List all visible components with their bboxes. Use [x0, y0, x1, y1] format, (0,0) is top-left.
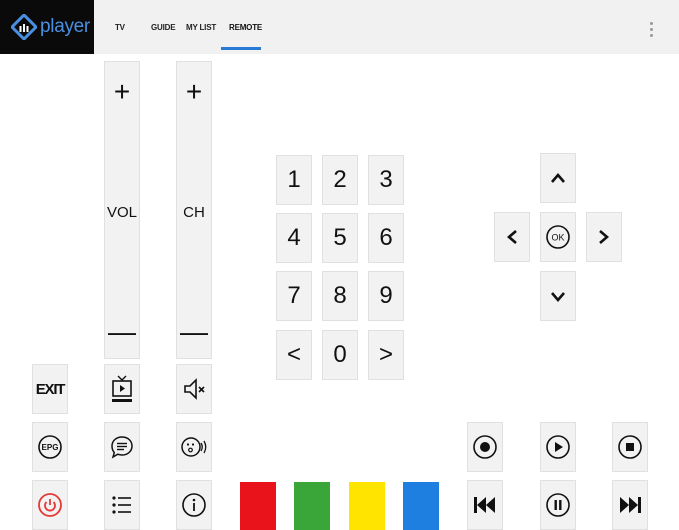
blue-color-button[interactable]	[403, 482, 439, 530]
chevron-right-icon	[599, 230, 609, 244]
tv-input-icon	[112, 375, 132, 402]
green-color-button[interactable]	[294, 482, 330, 530]
tab-my-list[interactable]: MY LIST	[186, 23, 216, 32]
key-6[interactable]: 6	[368, 213, 404, 263]
info-button[interactable]	[176, 480, 212, 530]
play-icon	[546, 435, 570, 459]
skip-forward-button[interactable]	[612, 480, 648, 530]
dpad-up-button[interactable]	[540, 153, 576, 203]
list-icon	[112, 496, 131, 514]
brand-name: player	[40, 16, 90, 37]
channel-rocker: + CH —	[176, 61, 212, 359]
power-icon	[38, 493, 62, 517]
skip-forward-icon	[620, 497, 641, 513]
power-button[interactable]	[32, 480, 68, 530]
stop-button[interactable]	[612, 422, 648, 472]
mute-button[interactable]	[176, 364, 212, 414]
mute-icon	[184, 378, 205, 400]
skip-back-icon	[474, 497, 495, 513]
list-button[interactable]	[104, 480, 140, 530]
menu-dots-icon[interactable]	[648, 22, 654, 42]
app-logo[interactable]: player	[0, 0, 94, 54]
record-icon	[473, 435, 497, 459]
ok-icon: OK	[546, 225, 570, 249]
info-icon	[182, 493, 206, 517]
key-1[interactable]: 1	[276, 155, 312, 205]
exit-label: EXIT	[35, 380, 66, 398]
exit-button[interactable]: EXIT	[32, 364, 68, 414]
pause-button[interactable]	[540, 480, 576, 530]
skip-back-button[interactable]	[467, 480, 503, 530]
channel-label: CH	[183, 204, 205, 221]
key-prev[interactable]: <	[276, 330, 312, 380]
pause-icon	[546, 493, 570, 517]
audio-description-button[interactable]	[176, 422, 212, 472]
audio-description-icon	[181, 437, 207, 457]
key-9[interactable]: 9	[368, 271, 404, 321]
key-8[interactable]: 8	[322, 271, 358, 321]
chevron-down-icon	[551, 292, 565, 302]
channel-up-button[interactable]: +	[177, 76, 211, 108]
stop-icon	[618, 435, 642, 459]
subtitles-icon	[111, 436, 133, 459]
key-5[interactable]: 5	[322, 213, 358, 263]
epg-button[interactable]: EPG	[32, 422, 68, 472]
key-7[interactable]: 7	[276, 271, 312, 321]
ok-label: OK	[551, 233, 564, 243]
channel-down-button[interactable]: —	[177, 316, 211, 348]
yellow-color-button[interactable]	[349, 482, 385, 530]
key-next[interactable]: >	[368, 330, 404, 380]
subtitles-button[interactable]	[104, 422, 140, 472]
tab-tv[interactable]: TV	[115, 23, 125, 32]
volume-label: VOL	[106, 204, 137, 221]
dpad-right-button[interactable]	[586, 212, 622, 262]
volume-down-button[interactable]: —	[105, 316, 139, 348]
chevron-up-icon	[551, 173, 565, 183]
red-color-button[interactable]	[240, 482, 276, 530]
key-2[interactable]: 2	[322, 155, 358, 205]
dpad-down-button[interactable]	[540, 271, 576, 321]
play-button[interactable]	[540, 422, 576, 472]
chevron-left-icon	[507, 230, 517, 244]
key-4[interactable]: 4	[276, 213, 312, 263]
key-0[interactable]: 0	[322, 330, 358, 380]
tab-guide[interactable]: GUIDE	[151, 23, 176, 32]
volume-rocker: + VOL —	[104, 61, 140, 359]
key-3[interactable]: 3	[368, 155, 404, 205]
volume-up-button[interactable]: +	[105, 76, 139, 108]
active-tab-indicator	[221, 47, 261, 50]
record-button[interactable]	[467, 422, 503, 472]
epg-icon: EPG	[38, 435, 62, 459]
top-bar: player TV GUIDE MY LIST REMOTE	[0, 0, 679, 54]
epg-label: EPG	[42, 443, 59, 452]
tab-remote[interactable]: REMOTE	[229, 23, 262, 32]
dpad-ok-button[interactable]: OK	[540, 212, 576, 262]
tv-input-button[interactable]	[104, 364, 140, 414]
logo-mark-icon	[11, 14, 37, 40]
dpad-left-button[interactable]	[494, 212, 530, 262]
